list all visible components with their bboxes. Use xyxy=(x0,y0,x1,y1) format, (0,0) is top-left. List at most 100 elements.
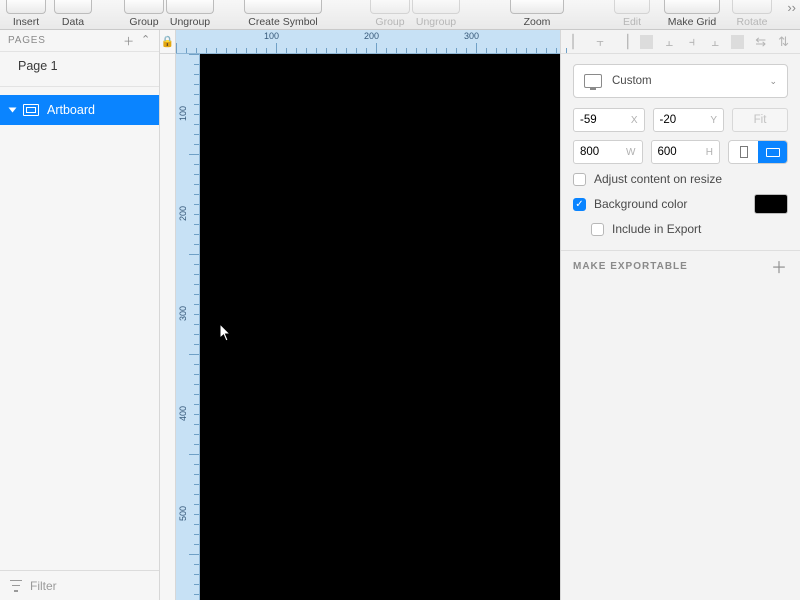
ruler-v-label: 500 xyxy=(178,506,188,521)
make-exportable-header[interactable]: MAKE EXPORTABLE ＋ xyxy=(561,251,800,281)
include-checkbox[interactable] xyxy=(591,223,604,236)
w-suffix: W xyxy=(626,147,635,158)
h-suffix: H xyxy=(706,147,713,158)
include-label: Include in Export xyxy=(612,222,701,236)
toolbar-group: Edit xyxy=(614,0,650,28)
adjust-label: Adjust content on resize xyxy=(594,172,722,186)
bg-checkbox[interactable]: ✓ xyxy=(573,198,586,211)
align-tools: ▏ ⫟ ▕ ⫠ ⫞ ⫠ ⇆ ⇅ xyxy=(561,30,800,54)
ruler-h-label: 100 xyxy=(264,31,279,41)
export-label: MAKE EXPORTABLE xyxy=(573,261,688,272)
distribute-v-icon[interactable]: ⇅ xyxy=(777,34,790,50)
toolbar-group: Rotate xyxy=(732,0,772,28)
toolbar-group: Insert xyxy=(6,0,46,28)
collapse-pages-icon[interactable]: ⌃ xyxy=(141,33,151,49)
filter-bar[interactable]: Filter xyxy=(0,570,159,600)
align-right-icon[interactable]: ▕ xyxy=(617,34,630,50)
h-field[interactable]: H xyxy=(651,140,721,164)
x-suffix: X xyxy=(631,115,638,126)
page-row[interactable]: Page 1 xyxy=(0,52,159,80)
layer-artboard[interactable]: Artboard xyxy=(0,95,159,125)
size-preset-dropdown[interactable]: Custom ⌄ xyxy=(573,64,788,98)
toolbar-label: Insert xyxy=(6,16,46,28)
toolbar-label: Edit xyxy=(614,16,650,28)
toolbar-label: Make Grid xyxy=(664,16,720,28)
include-export-row[interactable]: Include in Export xyxy=(573,222,788,236)
ruler-h-label: 300 xyxy=(464,31,479,41)
toolbar-label: Rotate xyxy=(732,16,772,28)
bg-color-swatch[interactable] xyxy=(754,194,788,214)
toolbar-button[interactable] xyxy=(412,0,460,14)
toolbar-button[interactable] xyxy=(664,0,720,14)
toolbar-label: Ungroup xyxy=(412,16,460,28)
page-name: Page 1 xyxy=(18,59,58,73)
toolbar-button[interactable] xyxy=(510,0,564,14)
align-hcenter-icon[interactable]: ⫟ xyxy=(594,34,607,50)
y-input[interactable] xyxy=(660,114,707,126)
align-bottom-icon[interactable]: ⫠ xyxy=(708,34,721,50)
chevron-updown-icon: ⌄ xyxy=(769,76,777,87)
ruler-v-label: 200 xyxy=(178,206,188,221)
lock-icon[interactable]: 🔒 xyxy=(160,30,175,54)
fit-button[interactable]: Fit xyxy=(732,108,788,132)
toolbar: InsertDataGroupUngroupCreate SymbolGroup… xyxy=(0,0,800,30)
distribute-h-icon[interactable]: ⇆ xyxy=(754,34,767,50)
w-field[interactable]: W xyxy=(573,140,643,164)
ruler-vertical[interactable]: 100 200 300 400 500 xyxy=(176,54,200,600)
toolbar-button[interactable] xyxy=(370,0,410,14)
w-input[interactable] xyxy=(580,146,622,158)
toolbar-group: Data xyxy=(54,0,92,28)
toolbar-button[interactable] xyxy=(6,0,46,14)
toolbar-group: GroupUngroup xyxy=(370,0,460,28)
toolbar-button[interactable] xyxy=(732,0,772,14)
disclosure-icon[interactable] xyxy=(9,108,17,113)
toolbar-group: Zoom xyxy=(510,0,564,28)
toolbar-label: Zoom xyxy=(510,16,564,28)
align-vcenter-icon[interactable]: ⫞ xyxy=(686,34,699,50)
x-input[interactable] xyxy=(580,114,627,126)
filter-icon xyxy=(10,580,22,592)
pages-label: PAGES xyxy=(8,35,46,46)
toolbar-group: Create Symbol xyxy=(244,0,322,28)
preset-label: Custom xyxy=(612,75,652,87)
layers-sidebar: PAGES ＋ ⌃ Page 1 Artboard Filter xyxy=(0,30,160,600)
artboard-surface[interactable] xyxy=(200,54,560,600)
toolbar-label: Data xyxy=(54,16,92,28)
toolbar-button[interactable] xyxy=(166,0,214,14)
adjust-content-row[interactable]: Adjust content on resize xyxy=(573,172,788,186)
add-page-icon[interactable]: ＋ xyxy=(123,33,135,49)
toolbar-group: Make Grid xyxy=(664,0,720,28)
toolbar-button[interactable] xyxy=(614,0,650,14)
toolbar-label: Group xyxy=(124,16,164,28)
ruler-h-label: 200 xyxy=(364,31,379,41)
background-color-row[interactable]: ✓ Background color xyxy=(573,194,788,214)
canvas[interactable]: 🔒 100 200 300 100 200 300 400 500 xyxy=(160,30,560,600)
landscape-option[interactable] xyxy=(758,141,787,163)
ruler-v-label: 100 xyxy=(178,106,188,121)
orientation-toggle[interactable] xyxy=(728,140,788,164)
ruler-v-label: 300 xyxy=(178,306,188,321)
h-input[interactable] xyxy=(658,146,702,158)
align-top-icon[interactable]: ⫠ xyxy=(663,34,676,50)
inspector: ▏ ⫟ ▕ ⫠ ⫞ ⫠ ⇆ ⇅ Custom ⌄ X xyxy=(560,30,800,600)
y-field[interactable]: Y xyxy=(653,108,725,132)
toolbar-button[interactable] xyxy=(124,0,164,14)
toolbar-button[interactable] xyxy=(54,0,92,14)
ruler-corner-column: 🔒 xyxy=(160,30,176,600)
toolbar-label: Ungroup xyxy=(166,16,214,28)
x-field[interactable]: X xyxy=(573,108,645,132)
toolbar-overflow-icon[interactable]: ›› xyxy=(787,0,796,15)
ruler-horizontal[interactable]: 100 200 300 xyxy=(176,30,560,54)
layer-name: Artboard xyxy=(47,103,95,117)
add-export-icon[interactable]: ＋ xyxy=(771,254,788,278)
filter-placeholder: Filter xyxy=(30,579,57,593)
toolbar-label: Group xyxy=(370,16,410,28)
portrait-option[interactable] xyxy=(729,141,758,163)
adjust-checkbox[interactable] xyxy=(573,173,586,186)
bg-label: Background color xyxy=(594,197,687,211)
align-left-icon[interactable]: ▏ xyxy=(571,34,584,50)
toolbar-button[interactable] xyxy=(244,0,322,14)
y-suffix: Y xyxy=(710,115,717,126)
monitor-icon xyxy=(584,74,602,88)
ruler-v-label: 400 xyxy=(178,406,188,421)
